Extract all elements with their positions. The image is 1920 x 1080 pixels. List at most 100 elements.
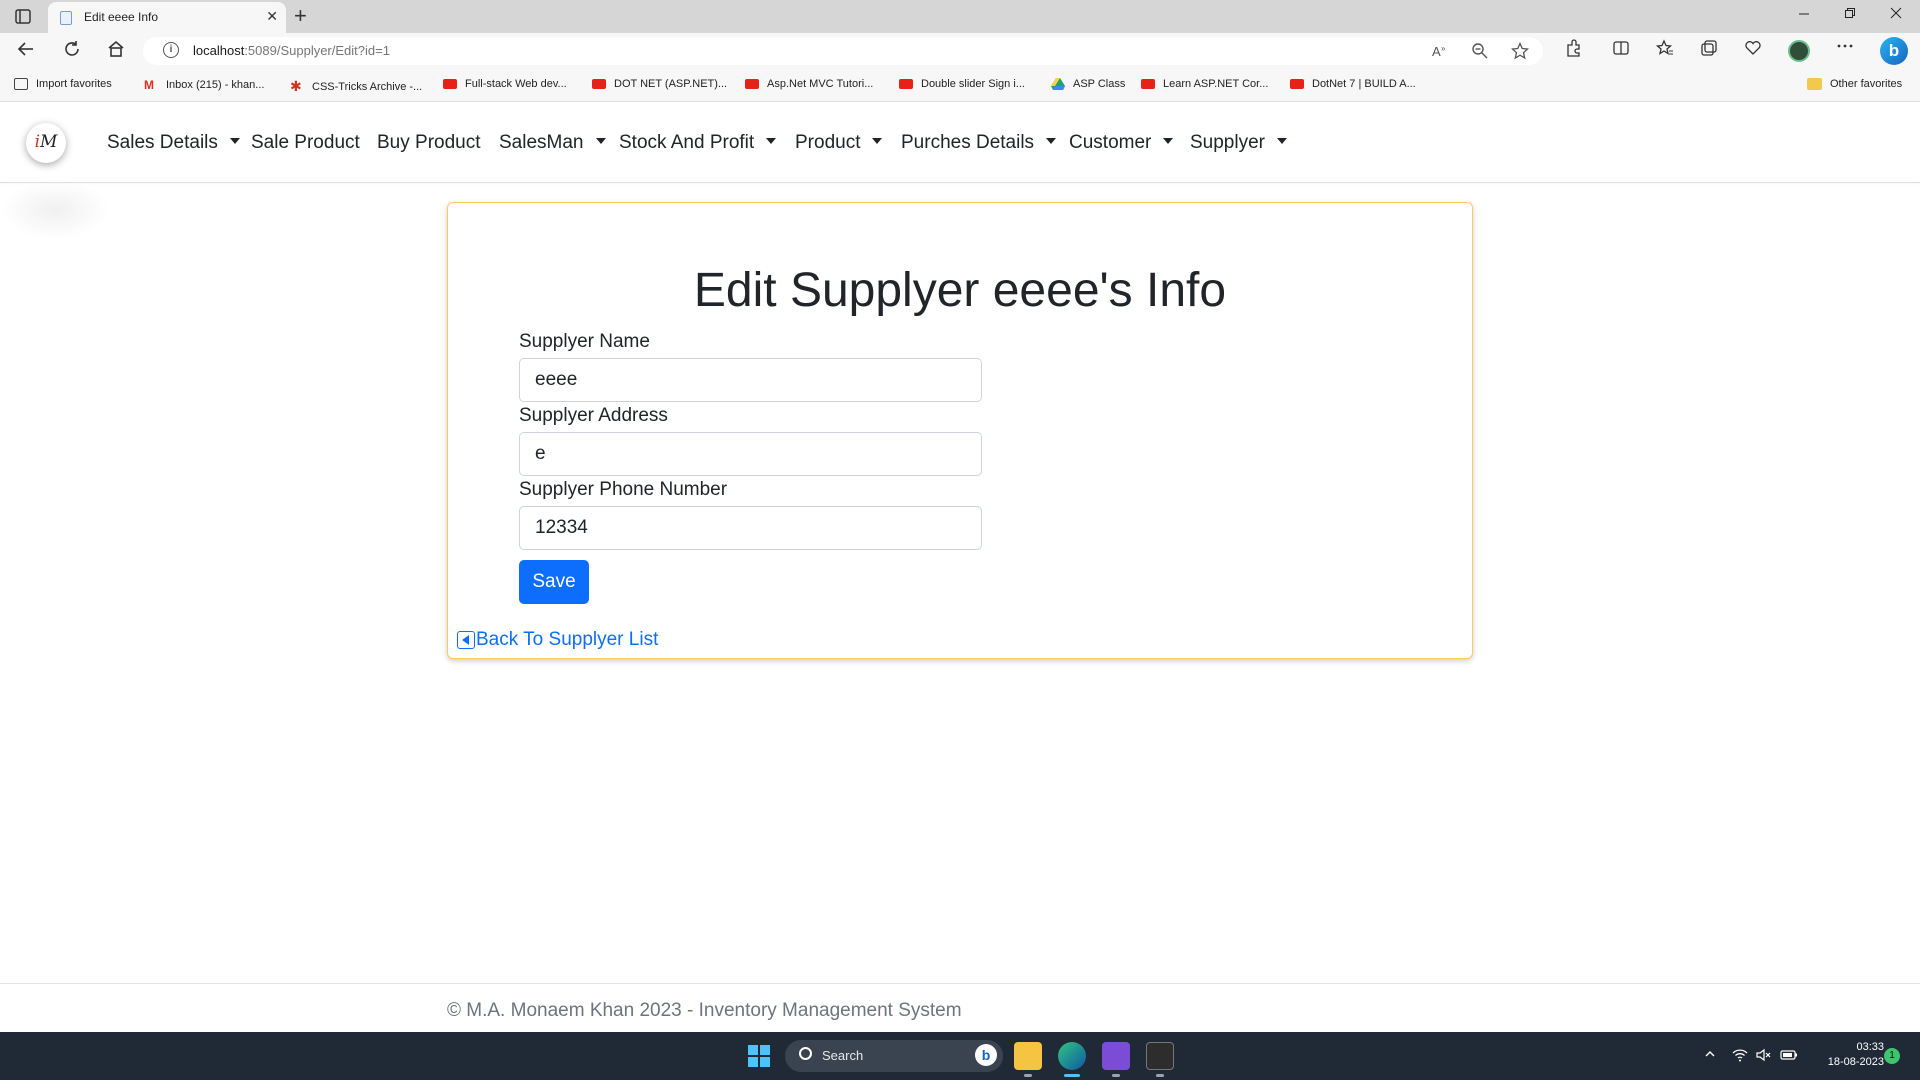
edge-browser-icon[interactable] bbox=[1058, 1042, 1086, 1070]
nav-buy-product[interactable]: Buy Product bbox=[377, 132, 481, 154]
nav-supplyer[interactable]: Supplyer bbox=[1190, 132, 1287, 154]
nav-label: Customer bbox=[1069, 132, 1152, 153]
youtube-icon bbox=[592, 79, 606, 89]
bookmark-label: CSS-Tricks Archive -... bbox=[312, 80, 423, 93]
supplyer-address-input[interactable] bbox=[519, 432, 982, 476]
bookmark-label: DotNet 7 | BUILD A... bbox=[1312, 78, 1416, 90]
clock-date: 18-08-2023 bbox=[1827, 1056, 1884, 1068]
save-button[interactable]: Save bbox=[519, 560, 589, 604]
nav-label: Sale Product bbox=[251, 132, 360, 153]
bookmark-item[interactable]: DotNet 7 | BUILD A... bbox=[1290, 78, 1416, 90]
wifi-icon[interactable] bbox=[1732, 1048, 1748, 1065]
split-screen-icon[interactable] bbox=[1612, 39, 1630, 62]
volume-muted-icon[interactable] bbox=[1756, 1048, 1772, 1065]
page-footer: © M.A. Monaem Khan 2023 - Inventory Mana… bbox=[0, 983, 1920, 1032]
active-indicator bbox=[1064, 1074, 1080, 1077]
running-indicator bbox=[1112, 1074, 1120, 1077]
nav-sales-details[interactable]: Sales Details bbox=[107, 132, 240, 154]
site-info-icon[interactable]: i bbox=[163, 42, 179, 58]
minimize-icon[interactable] bbox=[1798, 6, 1810, 22]
home-icon[interactable] bbox=[106, 39, 126, 64]
running-indicator bbox=[1156, 1074, 1164, 1077]
tab-title: Edit eeee Info bbox=[84, 10, 159, 24]
read-aloud-icon[interactable]: A» bbox=[1431, 42, 1449, 64]
taskbar-search-label: Search bbox=[822, 1048, 864, 1063]
supplyer-name-label: Supplyer Name bbox=[519, 331, 650, 352]
bookmark-item[interactable]: Asp.Net MVC Tutori... bbox=[745, 78, 873, 90]
search-icon bbox=[799, 1047, 812, 1060]
caret-down-icon bbox=[595, 138, 606, 144]
extensions-icon[interactable] bbox=[1564, 39, 1582, 62]
nav-product[interactable]: Product bbox=[795, 132, 883, 154]
url-path: :5089/Supplyer/Edit?id=1 bbox=[244, 43, 390, 58]
bookmark-item[interactable]: Import favorites bbox=[14, 78, 112, 90]
brand-logo[interactable]: iM bbox=[26, 123, 66, 163]
browser-tab-active[interactable]: Edit eeee Info ✕ bbox=[48, 2, 286, 33]
refresh-icon[interactable] bbox=[62, 39, 82, 64]
bookmark-item[interactable]: DOT NET (ASP.NET)... bbox=[592, 78, 727, 90]
import-icon bbox=[14, 78, 28, 90]
nav-salesman[interactable]: SalesMan bbox=[499, 132, 606, 154]
url-text[interactable]: localhost:5089/Supplyer/Edit?id=1 bbox=[193, 43, 390, 58]
nav-sale-product[interactable]: Sale Product bbox=[251, 132, 360, 154]
bookmark-label: Asp.Net MVC Tutori... bbox=[767, 78, 874, 90]
nav-label: Stock And Profit bbox=[619, 132, 755, 153]
favorite-star-icon[interactable] bbox=[1510, 41, 1530, 64]
caret-down-icon bbox=[1163, 138, 1174, 144]
bookmark-label: Full-stack Web dev... bbox=[465, 78, 567, 90]
bookmark-label: ASP Class bbox=[1073, 78, 1126, 90]
zoom-icon[interactable] bbox=[1471, 42, 1489, 64]
supplyer-address-label: Supplyer Address bbox=[519, 405, 668, 426]
visual-studio-icon[interactable] bbox=[1102, 1042, 1130, 1070]
taskbar-search[interactable]: Search b bbox=[785, 1040, 1003, 1072]
bookmark-label: Learn ASP.NET Cor... bbox=[1163, 78, 1269, 90]
bookmark-item[interactable]: Full-stack Web dev... bbox=[443, 78, 567, 90]
terminal-icon[interactable] bbox=[1146, 1042, 1174, 1070]
more-options-icon[interactable] bbox=[1836, 37, 1854, 60]
file-explorer-icon[interactable] bbox=[1014, 1042, 1042, 1070]
taskbar-clock[interactable]: 03:33 18-08-2023 bbox=[1800, 1040, 1884, 1070]
performance-heart-icon[interactable] bbox=[1744, 39, 1762, 62]
windows-start-icon[interactable] bbox=[748, 1045, 770, 1067]
bookmark-item[interactable]: Double slider Sign i... bbox=[899, 78, 1025, 90]
drive-icon bbox=[1051, 78, 1065, 90]
supplyer-name-input[interactable] bbox=[519, 358, 982, 402]
collections-icon[interactable] bbox=[1700, 39, 1718, 62]
bing-chat-icon[interactable]: b bbox=[1880, 37, 1908, 65]
back-to-supplyer-list-link[interactable]: Back To Supplyer List bbox=[457, 629, 658, 651]
tab-actions-icon[interactable] bbox=[12, 7, 34, 27]
nav-purches-details[interactable]: Purches Details bbox=[901, 132, 1057, 154]
battery-icon[interactable] bbox=[1780, 1048, 1798, 1065]
favorites-icon[interactable] bbox=[1655, 39, 1674, 62]
clock-time: 03:33 bbox=[1856, 1041, 1884, 1053]
close-window-icon[interactable] bbox=[1890, 6, 1902, 22]
other-favorites[interactable]: Other favorites bbox=[1807, 78, 1902, 90]
youtube-icon bbox=[899, 79, 913, 89]
nav-customer[interactable]: Customer bbox=[1069, 132, 1174, 154]
bookmark-item[interactable]: ✱ CSS-Tricks Archive -... bbox=[290, 78, 422, 95]
new-tab-button[interactable]: + bbox=[294, 3, 307, 29]
address-bar[interactable]: i localhost:5089/Supplyer/Edit?id=1 A» bbox=[143, 37, 1543, 65]
bookmark-item[interactable]: ASP Class bbox=[1051, 78, 1125, 90]
bookmark-item[interactable]: Learn ASP.NET Cor... bbox=[1141, 78, 1268, 90]
other-favorites-label: Other favorites bbox=[1830, 78, 1903, 90]
nav-stock-and-profit[interactable]: Stock And Profit bbox=[619, 132, 777, 154]
back-arrow-icon[interactable] bbox=[16, 39, 36, 64]
logo-shadow bbox=[0, 180, 110, 240]
bookmark-item[interactable]: M Inbox (215) - khan... bbox=[144, 78, 264, 92]
restore-icon[interactable] bbox=[1844, 6, 1856, 22]
svg-text:A: A bbox=[1432, 44, 1441, 59]
nav-label: Buy Product bbox=[377, 132, 481, 153]
tab-close-icon[interactable]: ✕ bbox=[266, 8, 278, 25]
show-hidden-icons-icon[interactable] bbox=[1704, 1048, 1716, 1063]
notification-badge[interactable]: 1 bbox=[1884, 1048, 1900, 1064]
profile-avatar[interactable] bbox=[1788, 40, 1810, 62]
bookmark-label: Inbox (215) - khan... bbox=[166, 79, 265, 91]
caret-down-icon bbox=[766, 138, 777, 144]
caret-down-icon bbox=[229, 138, 240, 144]
page-title: Edit Supplyer eeee's Info bbox=[693, 264, 1227, 317]
youtube-icon bbox=[443, 79, 457, 89]
nav-label: Product bbox=[795, 132, 861, 153]
caret-down-icon bbox=[1277, 138, 1287, 144]
supplyer-phone-input[interactable] bbox=[519, 506, 982, 550]
